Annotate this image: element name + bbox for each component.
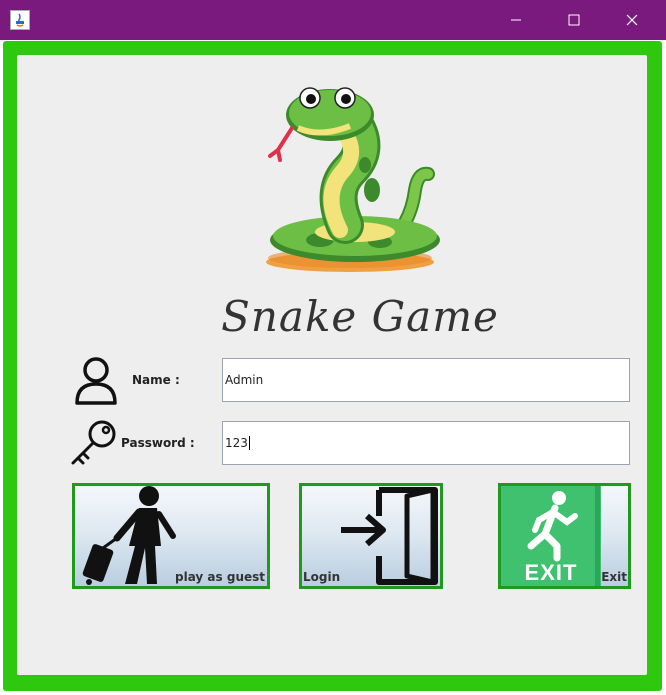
exit-sign-text: EXIT: [524, 560, 578, 585]
login-button-label: Login: [303, 570, 341, 584]
snake-logo-icon: [266, 87, 440, 272]
exit-button[interactable]: EXIT Exit: [498, 483, 631, 589]
maximize-icon: [568, 14, 580, 26]
password-field[interactable]: 123: [222, 421, 630, 465]
page-title: Snake Game: [221, 292, 499, 341]
sign-in-icon: [341, 487, 438, 585]
guest-button-label: play as guest: [175, 570, 265, 584]
app-window: Snake Game Name : Admin Password : 123 p…: [0, 0, 666, 695]
key-icon: [71, 420, 116, 465]
exit-sign-icon: EXIT: [501, 486, 601, 586]
exit-sign-edge: [595, 486, 600, 586]
text-caret: [248, 436, 250, 450]
minimize-icon: [511, 19, 521, 21]
name-field[interactable]: Admin: [222, 358, 630, 402]
play-as-guest-button[interactable]: play as guest: [72, 483, 270, 589]
title-bar[interactable]: [0, 0, 666, 40]
minimize-button[interactable]: [487, 0, 545, 40]
close-icon: [626, 14, 638, 26]
user-icon: [75, 357, 117, 405]
password-label: Password :: [121, 436, 195, 450]
exit-button-label: Exit: [601, 570, 627, 584]
maximize-button[interactable]: [545, 0, 603, 40]
login-button[interactable]: Login: [299, 483, 443, 589]
traveler-with-luggage-icon: [82, 486, 176, 585]
java-app-icon[interactable]: [10, 10, 30, 30]
close-button[interactable]: [603, 0, 661, 40]
name-label: Name :: [132, 373, 180, 387]
name-value: Admin: [225, 373, 264, 387]
password-value: 123: [225, 436, 248, 450]
